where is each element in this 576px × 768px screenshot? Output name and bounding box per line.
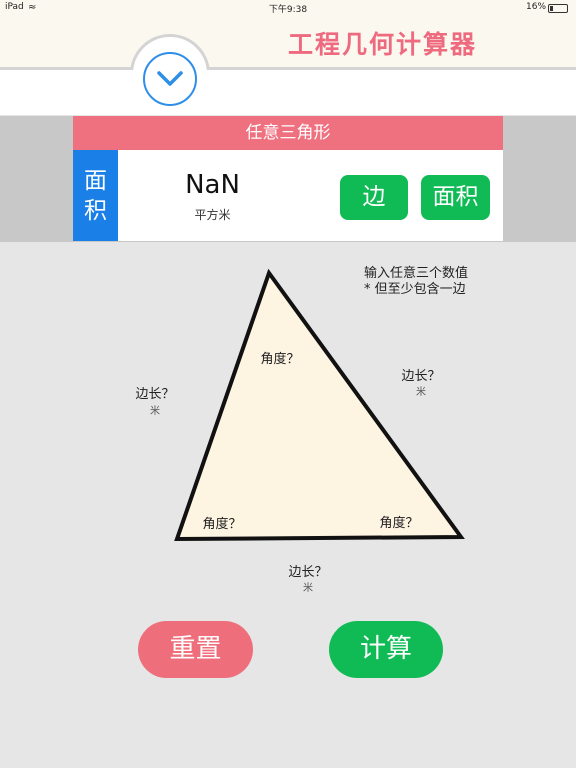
angle-top-input[interactable]: 角度？ [250, 348, 310, 367]
angle-right-input[interactable]: 角度？ [369, 512, 429, 531]
side-bottom-unit: 米 [303, 583, 313, 594]
reset-button[interactable]: 重置 [138, 621, 253, 678]
calculate-button[interactable]: 计算 [329, 621, 443, 678]
side-right-unit: 米 [416, 387, 426, 398]
side-right-input[interactable]: 边长？ [389, 365, 453, 384]
side-left-unit: 米 [150, 406, 160, 417]
side-bottom-input[interactable]: 边长？ [276, 561, 340, 580]
angle-left-input[interactable]: 角度？ [192, 513, 252, 532]
triangle-diagram [174, 268, 465, 542]
side-left-input[interactable]: 边长？ [123, 383, 187, 402]
triangle-shape [174, 268, 465, 542]
